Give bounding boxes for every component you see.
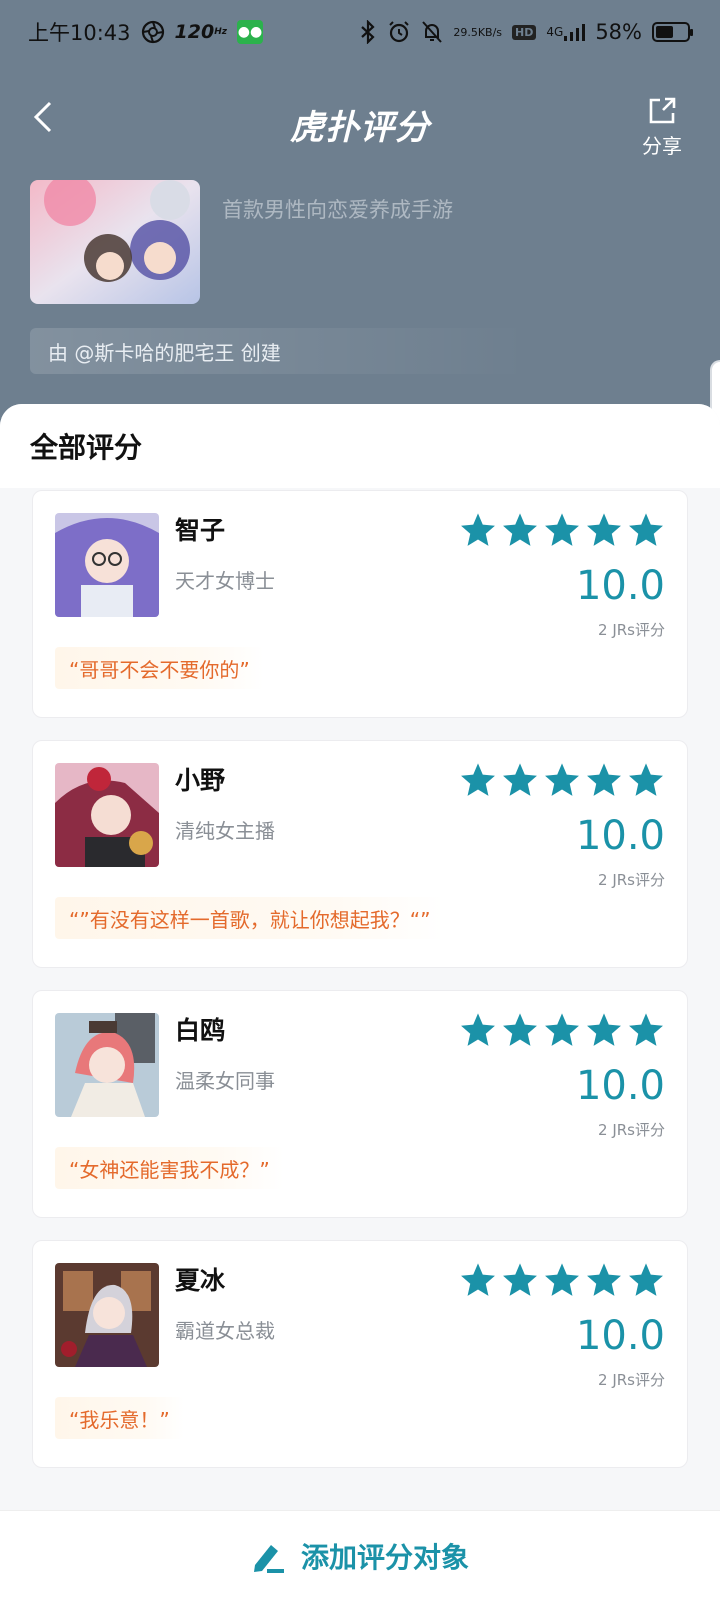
character-avatar [55, 513, 159, 617]
battery-percent: 58% [595, 20, 642, 44]
character-role: 天才女博士 [175, 569, 275, 593]
share-icon [649, 97, 676, 124]
rating-card[interactable]: 白鸥 温柔女同事 10.0 2 JRs评分 “女神还能害我不成？” [32, 990, 688, 1218]
character-role: 清纯女主播 [175, 819, 275, 843]
rating-count: 2 JRs评分 [598, 1121, 665, 1139]
pencil-icon [253, 1544, 284, 1573]
star-icon [461, 513, 495, 546]
wechat-icon: ●● [236, 20, 263, 44]
star-icon [629, 763, 663, 796]
add-rating-target-label: 添加评分对象 [300, 1540, 469, 1574]
star-icon [545, 1013, 579, 1046]
status-right: 29.5 KB/s HD 4G 58% [359, 20, 693, 44]
rating-stars [459, 1011, 665, 1049]
character-role: 温柔女同事 [175, 1069, 275, 1093]
refresh-rate-icon: 120 Hz [174, 21, 227, 43]
share-button[interactable]: 分享 [632, 96, 692, 159]
game-cover-image [30, 180, 200, 304]
battery-icon [652, 22, 693, 42]
star-icon [461, 763, 495, 796]
character-quote: “哥哥不会不要你的” [55, 647, 264, 689]
header: 虎扑评分 分享 [0, 90, 720, 160]
rating-card[interactable]: 小野 清纯女主播 10.0 2 JRs评分 “”有没有这样一首歌，就让你想起我？… [32, 740, 688, 968]
net-speed: 29.5 KB/s [453, 25, 503, 39]
rating-count: 2 JRs评分 [598, 871, 665, 889]
score-value: 10.0 [575, 1063, 665, 1109]
star-icon [545, 763, 579, 796]
star-icon [587, 513, 621, 546]
score-value: 10.0 [575, 1313, 665, 1359]
star-icon [503, 1013, 537, 1046]
star-icon [629, 1013, 663, 1046]
star-icon [461, 1013, 495, 1046]
section-header: 全部评分 [0, 404, 720, 488]
star-icon [587, 1263, 621, 1296]
rating-card[interactable]: 智子 天才女博士 10.0 2 JRs评分 “哥哥不会不要你的” [32, 490, 688, 718]
rating-stars [459, 761, 665, 799]
star-icon [545, 1263, 579, 1296]
star-icon [587, 763, 621, 796]
character-name: 小野 [175, 766, 226, 795]
character-role: 霸道女总裁 [175, 1319, 275, 1343]
star-icon [545, 513, 579, 546]
rating-count: 2 JRs评分 [598, 621, 665, 639]
app-logo: 虎扑评分 [290, 108, 430, 148]
character-name: 白鸥 [175, 1016, 226, 1045]
character-avatar [55, 763, 159, 867]
ratings-sheet: 全部评分 智子 天才女博士 10.0 2 JRs评分 “哥哥不会不要你的” 小野… [0, 404, 720, 1600]
rating-stars [459, 511, 665, 549]
character-quote: “”有没有这样一首歌，就让你想起我？“” [55, 897, 445, 939]
character-name: 夏冰 [175, 1266, 226, 1295]
alarm-icon [387, 20, 411, 44]
mute-bell-icon [421, 20, 443, 44]
star-icon [461, 1263, 495, 1296]
add-rating-target-button[interactable]: 添加评分对象 [0, 1510, 720, 1600]
character-quote: “我乐意！” [55, 1397, 184, 1439]
character-quote: “女神还能害我不成？” [55, 1147, 284, 1189]
star-icon [629, 1263, 663, 1296]
star-icon [587, 1013, 621, 1046]
status-left: 上午10:43 120 Hz ●● [28, 17, 263, 47]
character-avatar [55, 1263, 159, 1367]
score-value: 10.0 [575, 563, 665, 609]
score-value: 10.0 [575, 813, 665, 859]
status-time: 上午10:43 [28, 21, 131, 45]
star-icon [503, 763, 537, 796]
signal-icon: 4G [546, 22, 586, 42]
character-avatar [55, 1013, 159, 1117]
rating-count: 2 JRs评分 [598, 1371, 665, 1389]
star-icon [629, 513, 663, 546]
game-tagline: 首款男性向恋爱养成手游 [222, 198, 453, 222]
bluetooth-icon [359, 20, 377, 44]
creator-link[interactable]: 由 @斯卡哈的肥宅王 创建 [30, 328, 530, 374]
status-bar: 上午10:43 120 Hz ●● 29.5 KB/s HD 4G 58% [0, 0, 720, 64]
star-icon [503, 513, 537, 546]
star-icon [503, 1263, 537, 1296]
character-name: 智子 [175, 516, 226, 545]
rating-card[interactable]: 夏冰 霸道女总裁 10.0 2 JRs评分 “我乐意！” [32, 1240, 688, 1468]
share-label: 分享 [642, 134, 682, 158]
hd-icon: HD [512, 24, 537, 40]
section-title: 全部评分 [30, 431, 143, 464]
aperture-icon [141, 20, 165, 44]
rating-stars [459, 1261, 665, 1299]
